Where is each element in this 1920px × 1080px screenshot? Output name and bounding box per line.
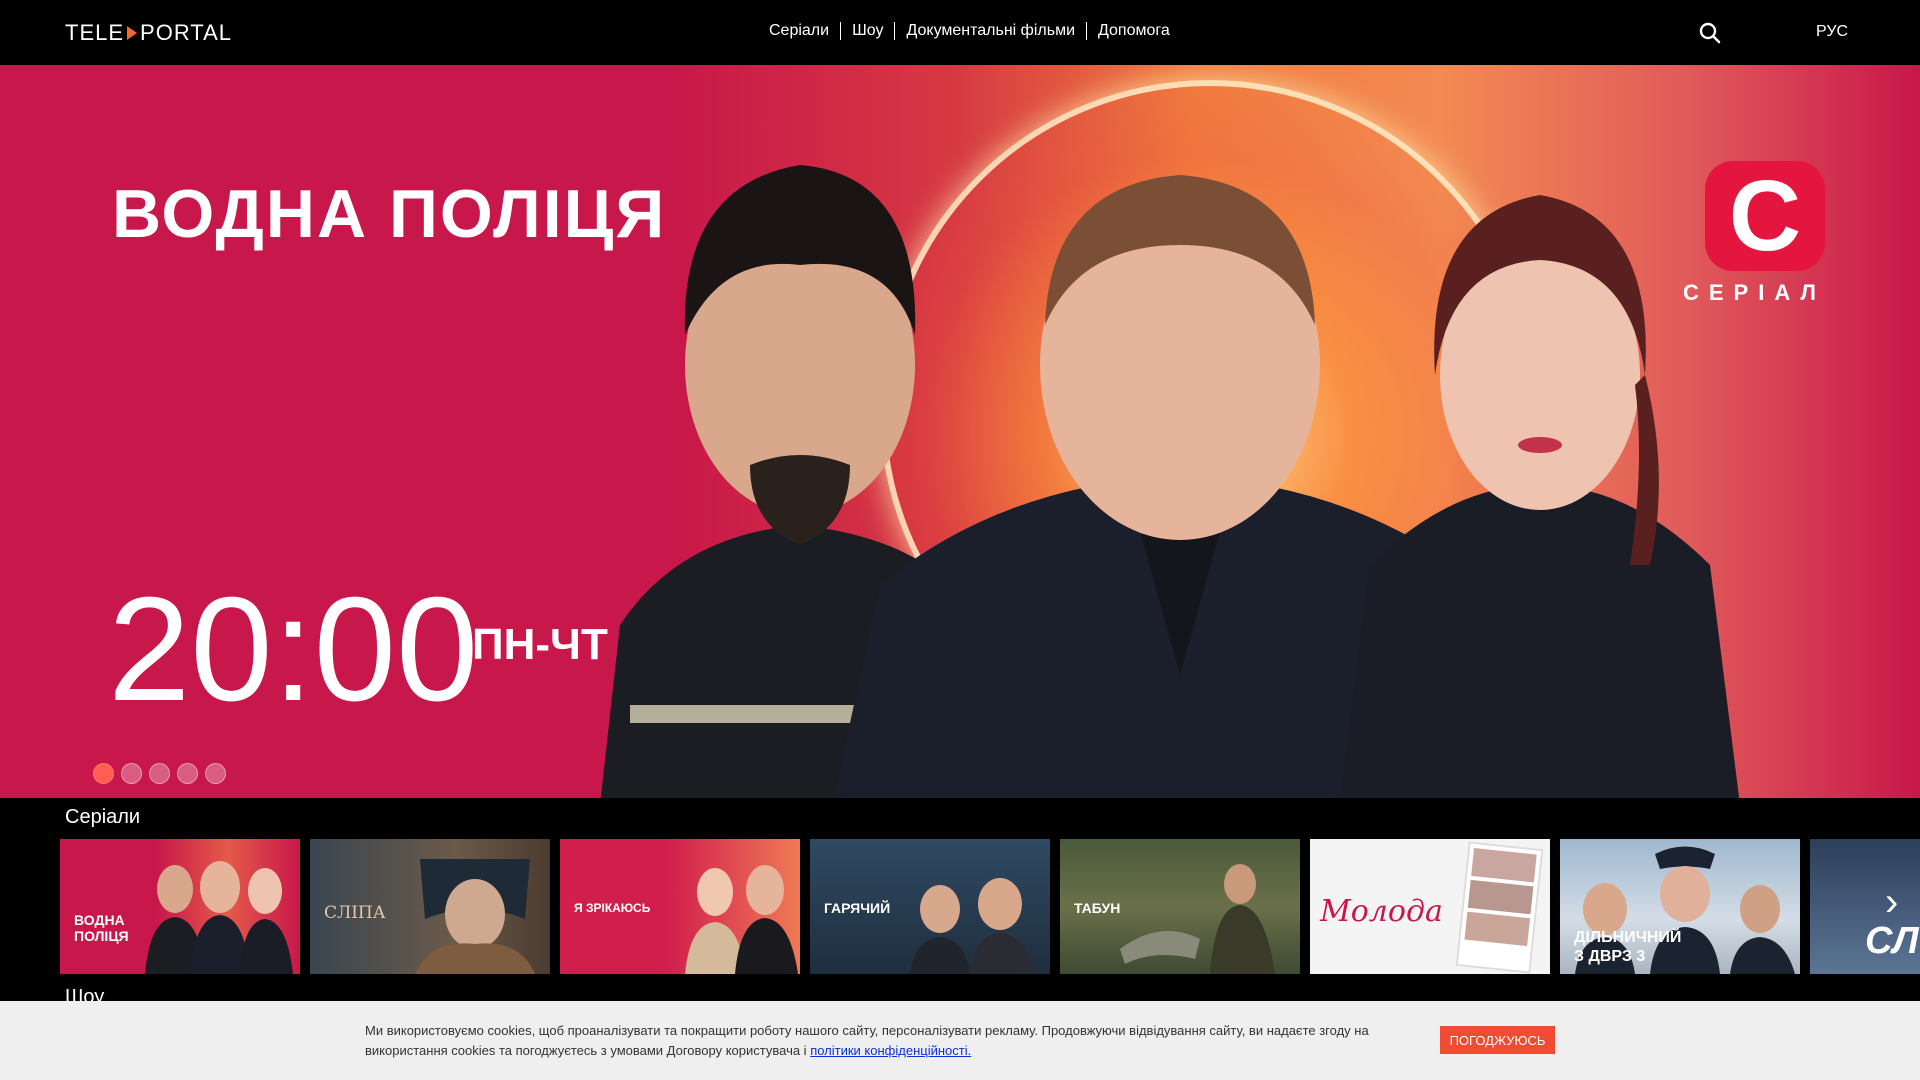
- card-title: ВОДНА ПОЛІЦЯ: [74, 911, 129, 944]
- card-title: ТАБУН: [1074, 899, 1121, 916]
- nav-item-show[interactable]: Шоу: [841, 22, 894, 40]
- series-card[interactable]: ТАБУН: [1060, 839, 1300, 974]
- card-people-art: [910, 878, 1035, 974]
- hero-banner[interactable]: ВОДНА ПОЛІЦЯ 20:00 ПН-ЧТ С СЕРІАЛ: [0, 65, 1920, 798]
- series-card[interactable]: СЛІПА: [310, 839, 550, 974]
- language-switch[interactable]: РУС: [1816, 23, 1848, 41]
- card-title: ГАРЯЧИЙ: [824, 899, 891, 916]
- channel-subtitle: СЕРІАЛ: [1683, 280, 1826, 305]
- section-title-series[interactable]: Серіали: [65, 806, 140, 829]
- card-title: СЛ: [1865, 920, 1919, 963]
- slider-dot-4[interactable]: [177, 763, 198, 784]
- cookie-text-block: Ми використовуємо cookies, щоб проаналіз…: [365, 1021, 1405, 1061]
- card-people-art: [685, 865, 798, 974]
- site-logo[interactable]: TELE PORTAL: [65, 20, 232, 46]
- hero-title: ВОДНА ПОЛІЦЯ: [112, 176, 667, 252]
- channel-logo-letter: С: [1728, 160, 1802, 272]
- series-carousel: ВОДНА ПОЛІЦЯ СЛІПА Я ЗРІКАЮСЬ ГАРЯЧИЙ ТА…: [60, 839, 1920, 974]
- card-title: Молода: [1320, 893, 1443, 929]
- main-nav: Серіали Шоу Документальні фільми Допомог…: [758, 22, 1181, 40]
- card-title: Я ЗРІКАЮСЬ: [574, 901, 651, 916]
- series-card[interactable]: Молода: [1310, 839, 1550, 974]
- series-card[interactable]: ДІЛЬНИЧНИЙ З ДВРЗ 3: [1560, 839, 1800, 974]
- series-card[interactable]: ГАРЯЧИЙ: [810, 839, 1050, 974]
- channel-logo: С: [1705, 161, 1825, 271]
- logo-text-right: PORTAL: [140, 20, 233, 45]
- series-card[interactable]: ВОДНА ПОЛІЦЯ: [60, 839, 300, 974]
- hero-days: ПН-ЧТ: [472, 620, 608, 669]
- card-person-art: [415, 859, 535, 974]
- slider-dot-5[interactable]: [205, 763, 226, 784]
- accept-cookies-button[interactable]: ПОГОДЖУЮСЬ: [1440, 1026, 1555, 1054]
- nav-item-help[interactable]: Допомога: [1087, 22, 1181, 40]
- hero-time: 20:00: [108, 567, 479, 732]
- site-header: TELE PORTAL Серіали Шоу Документальні фі…: [0, 0, 1920, 65]
- search-icon[interactable]: [1699, 22, 1721, 44]
- carousel-next-icon[interactable]: ›: [1885, 880, 1898, 925]
- nav-item-documentaries[interactable]: Документальні фільми: [895, 22, 1086, 40]
- card-people-art: [145, 861, 293, 974]
- logo-text-left: TELE: [65, 20, 125, 45]
- slider-dot-3[interactable]: [149, 763, 170, 784]
- privacy-policy-link[interactable]: політики конфіденційності.: [810, 1043, 971, 1058]
- card-title: ДІЛЬНИЧНИЙ З ДВРЗ 3: [1574, 929, 1682, 965]
- play-triangle-icon: [127, 26, 138, 40]
- series-card[interactable]: Я ЗРІКАЮСЬ: [560, 839, 800, 974]
- slider-dots: [93, 763, 226, 784]
- slider-dot-2[interactable]: [121, 763, 142, 784]
- slider-dot-1[interactable]: [93, 763, 114, 784]
- series-card[interactable]: СЛ: [1810, 839, 1920, 974]
- card-photostrip: [1455, 841, 1544, 974]
- cookie-banner: Ми використовуємо cookies, щоб проаналіз…: [0, 1001, 1920, 1080]
- nav-item-series[interactable]: Серіали: [758, 22, 840, 40]
- card-title: СЛІПА: [324, 903, 386, 924]
- card-people-art: [1120, 864, 1275, 974]
- hero-person-right: [1340, 195, 1740, 798]
